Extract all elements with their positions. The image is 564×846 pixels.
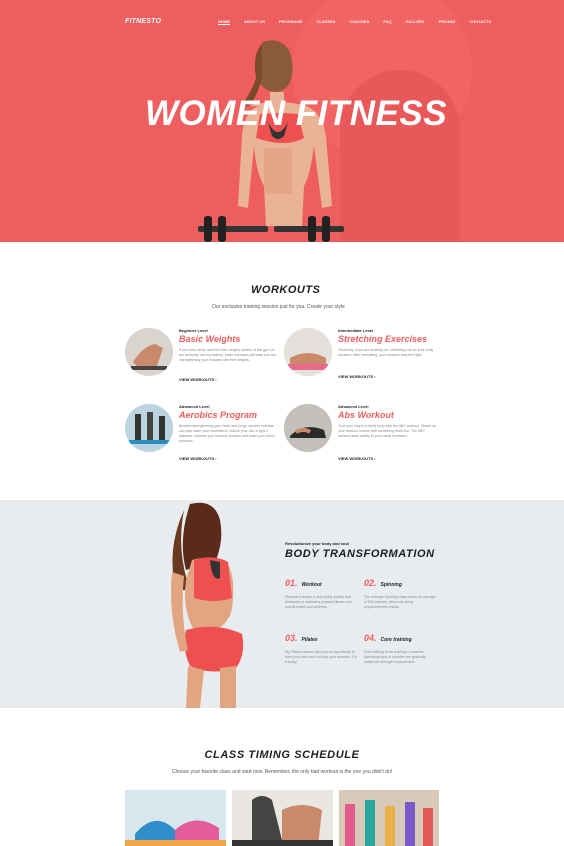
nav-faq[interactable]: FAQ xyxy=(383,19,391,25)
feature-text: Core training is the training of muscles… xyxy=(364,650,427,664)
arrow-right-icon: › xyxy=(215,377,217,382)
workout-level: Beginner Level xyxy=(179,328,208,333)
transformation-section xyxy=(0,500,564,708)
workout-card-aerobics: Advanced Level Aerobics Program Besides … xyxy=(125,404,275,464)
view-workouts-link[interactable]: VIEW WORKOUTS › xyxy=(179,377,217,382)
nav-contacts[interactable]: CONTACTS xyxy=(469,19,491,25)
nav-about-us[interactable]: ABOUT US xyxy=(244,19,265,25)
workout-desc: If you have never used the free weights … xyxy=(179,348,277,362)
feature-name: Core training xyxy=(380,637,412,643)
feature-name: Workout xyxy=(301,582,322,588)
nav-gallery[interactable]: GALLERY xyxy=(406,19,425,25)
view-workouts-link[interactable]: VIEW WORKOUTS › xyxy=(179,456,217,461)
workout-desc: Obviously, if you are working out, stret… xyxy=(338,348,434,357)
workout-card-basic-weights: Beginner Level Basic Weights If you have… xyxy=(125,328,276,388)
workout-level: Intermediate Level xyxy=(338,328,374,333)
hero-title: WOMEN FITNESS xyxy=(145,94,448,133)
workouts-subtitle: Our exclusive training session just for … xyxy=(212,304,345,310)
workout-title[interactable]: Aerobics Program xyxy=(179,410,257,420)
hero-woman-image xyxy=(198,40,344,242)
feature-name: Spinning xyxy=(380,582,402,588)
feature-text: Physical exercise is any bodily activity… xyxy=(285,595,352,609)
feature-number: 04. xyxy=(364,633,377,643)
nav-programs[interactable]: PROGRAMS xyxy=(279,19,303,25)
workout-level: Advanced Level xyxy=(338,404,369,409)
feature-number: 03. xyxy=(285,633,298,643)
schedule-photo-yoga[interactable] xyxy=(125,790,226,846)
workout-level: Advanced Level xyxy=(179,404,210,409)
workout-card-stretching: Intermediate Level Stretching Exercises … xyxy=(284,328,434,388)
nav-pricing[interactable]: PRICING xyxy=(439,19,456,25)
workout-desc: Tone your way to a bikini body with the … xyxy=(338,424,436,438)
transformation-pretitle: Revolutionize your body and soul xyxy=(285,541,350,546)
workout-thumb-image xyxy=(125,328,173,376)
workout-thumb-image xyxy=(284,404,332,452)
transformation-woman-image xyxy=(171,502,244,708)
feature-text: The average Spinning class burns an aver… xyxy=(364,595,436,609)
view-workouts-link[interactable]: VIEW WORKOUTS › xyxy=(338,374,376,379)
feature-text: My Pilates classes give you an opportuni… xyxy=(285,650,357,664)
feature-spinning: 02. Spinning The average Spinning class b… xyxy=(364,573,436,610)
site-logo[interactable]: FITNESTO xyxy=(125,18,161,25)
workout-title[interactable]: Stretching Exercises xyxy=(338,334,427,344)
workout-title[interactable]: Abs Workout xyxy=(338,410,394,420)
schedule-title: CLASS TIMING SCHEDULE xyxy=(204,749,360,761)
arrow-right-icon: › xyxy=(374,456,376,461)
transformation-title: BODY TRANSFORMATION xyxy=(285,548,435,560)
nav-coaches[interactable]: COACHES xyxy=(349,19,369,25)
feature-workout: 01. Workout Physical exercise is any bodi… xyxy=(285,573,357,610)
view-workouts-link[interactable]: VIEW WORKOUTS › xyxy=(338,456,376,461)
hero-banner: FITNESTO HOME ABOUT US PROGRAMS CLASSES … xyxy=(0,0,564,242)
workout-thumb-image xyxy=(284,328,332,376)
feature-number: 01. xyxy=(285,578,298,588)
arrow-right-icon: › xyxy=(374,374,376,379)
workout-card-abs: Advanced Level Abs Workout Tone your way… xyxy=(284,404,436,464)
nav-classes[interactable]: CLASSES xyxy=(316,19,335,25)
main-nav: HOME ABOUT US PROGRAMS CLASSES COACHES F… xyxy=(218,19,505,25)
feature-core-training: 04. Core training Core training is the tr… xyxy=(364,628,436,665)
schedule-photo-stretch[interactable] xyxy=(232,790,333,846)
feature-pilates: 03. Pilates My Pilates classes give you a… xyxy=(285,628,357,665)
nav-home[interactable]: HOME xyxy=(218,19,230,25)
workouts-title: WORKOUTS xyxy=(251,284,321,296)
workout-title[interactable]: Basic Weights xyxy=(179,334,240,344)
schedule-subtitle: Choose your favorite class and start now… xyxy=(171,769,393,775)
feature-name: Pilates xyxy=(301,637,318,643)
arrow-right-icon: › xyxy=(215,456,217,461)
workout-desc: Besides strengthening your heart and lun… xyxy=(179,424,275,443)
workout-thumb-image xyxy=(125,404,173,452)
schedule-photo-class[interactable] xyxy=(339,790,439,846)
feature-number: 02. xyxy=(364,578,377,588)
